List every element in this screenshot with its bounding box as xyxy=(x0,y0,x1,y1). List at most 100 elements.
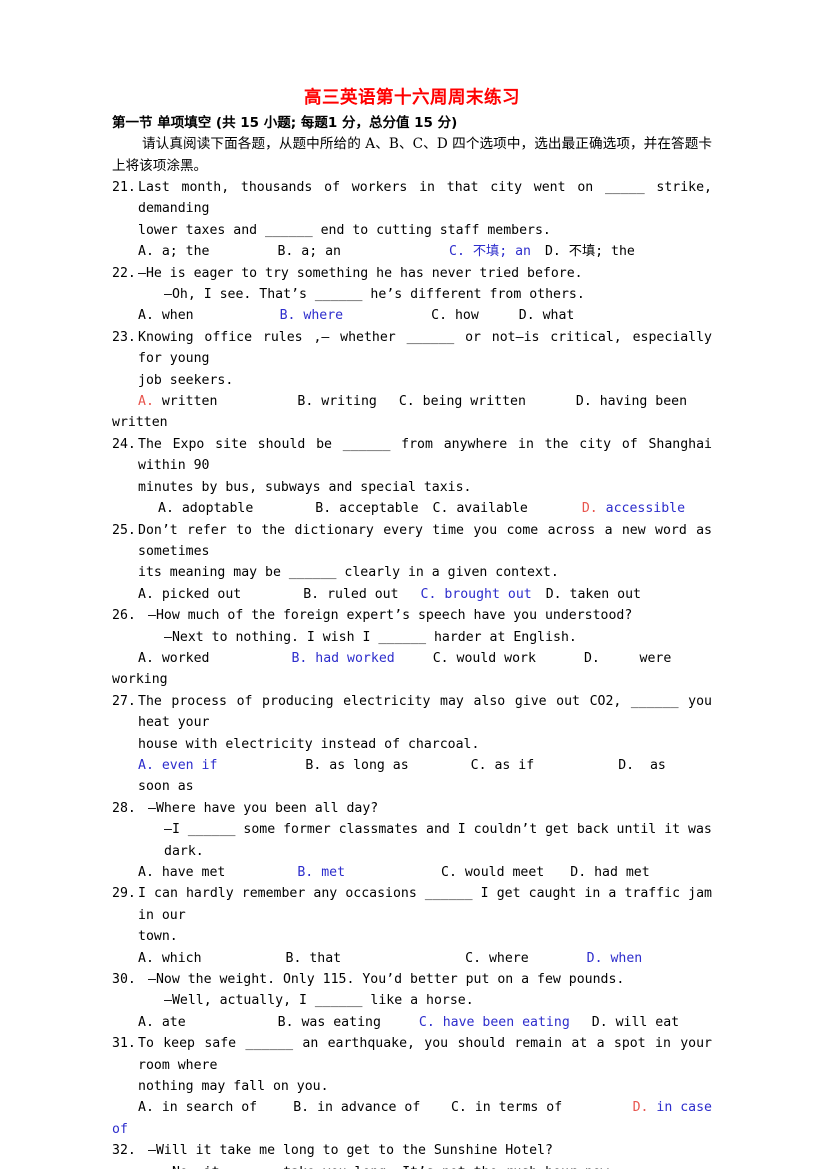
option-a[interactable]: A. adoptable xyxy=(158,498,253,519)
option-d[interactable]: D. when xyxy=(587,948,643,969)
option-b[interactable]: B. acceptable xyxy=(315,498,418,519)
question-29: 29. I can hardly remember any occasions … xyxy=(112,883,712,969)
question-22: 22. —He is eager to try something he has… xyxy=(112,263,712,327)
question-stem: 23. Knowing office rules ,— whether ____… xyxy=(112,327,712,370)
option-d[interactable]: D. having been xyxy=(576,391,687,412)
question-number: 21. xyxy=(112,180,136,195)
option-c[interactable]: C. as if xyxy=(471,755,535,776)
option-d[interactable]: D. taken out xyxy=(546,584,641,605)
page-title: 高三英语第十六周周末练习 xyxy=(304,88,520,108)
exam-paper-page: 高三英语第十六周周末练习 第一节 单项填空 (共 15 小题; 每题1 分，总分… xyxy=(0,0,826,1169)
instruction-paragraph: 请认真阅读下面各题，从题中所给的 A、B、C、D 四个选项中，选出最正确选项，并… xyxy=(112,136,712,174)
option-a[interactable]: A. when xyxy=(138,305,194,326)
options-row: A. in search of B. in advance of C. in t… xyxy=(112,1097,712,1118)
question-text-line-2: house with electricity instead of charco… xyxy=(138,736,480,752)
question-text-line-1: Knowing office rules ,— whether ______ o… xyxy=(138,329,712,367)
option-b[interactable]: B. as long as xyxy=(305,755,408,776)
option-b[interactable]: B. that xyxy=(286,948,342,969)
question-text-line-2: its meaning may be ______ clearly in a g… xyxy=(138,565,559,581)
question-text-line-1: To keep safe ______ an earthquake, you s… xyxy=(138,1036,712,1073)
option-a[interactable]: A. a; the xyxy=(138,241,209,262)
option-d[interactable]: D. 不填; the xyxy=(545,241,635,262)
option-c[interactable]: C. 不填; an xyxy=(449,241,531,262)
option-c[interactable]: C. have been eating xyxy=(419,1012,570,1033)
option-d[interactable]: D. accessible xyxy=(582,498,685,519)
question-number: 32. xyxy=(112,1143,136,1159)
option-b[interactable]: B. met xyxy=(297,862,345,883)
option-c[interactable]: C. would work xyxy=(433,648,536,669)
option-d[interactable]: D. as xyxy=(618,755,666,776)
option-d[interactable]: D. in case xyxy=(633,1097,712,1118)
question-stem: 22. —He is eager to try something he has… xyxy=(112,263,712,284)
option-c[interactable]: C. would meet xyxy=(441,862,544,883)
option-b[interactable]: B. where xyxy=(280,305,344,326)
option-c[interactable]: C. being written xyxy=(399,391,526,412)
question-text-line-1: I can hardly remember any occasions ____… xyxy=(138,886,712,923)
question-number: 29. xyxy=(112,886,136,902)
option-b[interactable]: B. was eating xyxy=(278,1012,381,1033)
option-a[interactable]: A. written xyxy=(138,391,217,412)
option-b[interactable]: B. a; an xyxy=(277,241,341,262)
question-text-line-1: —How much of the foreign expert’s speech… xyxy=(148,608,633,624)
question-28: 28. —Where have you been all day? —I ___… xyxy=(112,798,712,884)
option-c[interactable]: C. where xyxy=(465,948,529,969)
option-a[interactable]: A. which xyxy=(138,948,202,969)
option-c[interactable]: C. brought out xyxy=(421,584,532,605)
question-25: 25. Don’t refer to the dictionary every … xyxy=(112,520,712,606)
question-text-line-2: —Next to nothing. I wish I ______ harder… xyxy=(164,629,577,645)
option-a[interactable]: A. worked xyxy=(138,648,209,669)
question-21: 21. Last month, thousands of workers in … xyxy=(112,177,712,263)
options-row: A. written B. writing C. being written D… xyxy=(112,391,712,412)
option-c[interactable]: C. in terms of xyxy=(451,1097,562,1118)
option-c[interactable]: C. how xyxy=(431,305,479,326)
question-stem: 29. I can hardly remember any occasions … xyxy=(112,883,712,926)
option-overflow: soon as xyxy=(138,779,194,795)
question-stem: 32. —Will it take me long to get to the … xyxy=(112,1140,712,1161)
option-b[interactable]: B. in advance of xyxy=(293,1097,420,1118)
option-a[interactable]: A. ate xyxy=(138,1012,186,1033)
question-text-line-1: The Expo site should be ______ from anyw… xyxy=(138,436,712,474)
option-d[interactable]: D. what xyxy=(519,305,575,326)
option-a[interactable]: A. picked out xyxy=(138,584,241,605)
question-number: 28. xyxy=(112,800,136,816)
question-number: 24. xyxy=(112,436,136,452)
option-b[interactable]: B. had worked xyxy=(291,648,394,669)
question-text-line-1: —Will it take me long to get to the Suns… xyxy=(148,1143,553,1159)
question-text-line-2: —Well, actually, I ______ like a horse. xyxy=(164,993,474,1009)
question-stem: 30. —Now the weight. Only 115. You’d bet… xyxy=(112,969,712,990)
option-a[interactable]: A. in search of xyxy=(138,1097,257,1118)
option-c[interactable]: C. available xyxy=(433,498,528,519)
question-stem: 31. To keep safe ______ an earthquake, y… xyxy=(112,1033,712,1076)
question-30: 30. —Now the weight. Only 115. You’d bet… xyxy=(112,969,712,1033)
options-row: A. worked B. had worked C. would work D.… xyxy=(112,648,712,669)
question-text-line-2: —Oh, I see. That’s ______ he’s different… xyxy=(164,287,585,303)
option-a[interactable]: A. have met xyxy=(138,862,225,883)
question-text-line-1: —Now the weight. Only 115. You’d better … xyxy=(148,972,625,988)
question-number: 31. xyxy=(112,1036,136,1052)
option-overflow: working xyxy=(112,672,168,688)
options-row: A. which B. that C. where D. when xyxy=(112,948,712,969)
option-a[interactable]: A. even if xyxy=(138,755,217,776)
option-d[interactable]: D. will eat xyxy=(592,1012,679,1033)
question-text-line-1: Last month, thousands of workers in that… xyxy=(138,180,712,217)
question-number: 23. xyxy=(112,329,136,345)
option-b[interactable]: B. writing xyxy=(297,391,376,412)
question-text-line-2: —No, it ______ take you long. It’s not t… xyxy=(112,1162,712,1169)
question-stem: 26. —How much of the foreign expert’s sp… xyxy=(112,605,712,626)
question-number: 27. xyxy=(112,693,136,709)
question-number: 25. xyxy=(112,522,136,538)
document-content: 高三英语第十六周周末练习 第一节 单项填空 (共 15 小题; 每题1 分，总分… xyxy=(112,86,712,1169)
question-text-line-2: lower taxes and ______ end to cutting st… xyxy=(138,222,551,238)
options-row: A. ate B. was eating C. have been eating… xyxy=(112,1012,712,1033)
question-number: 22. xyxy=(112,265,136,281)
question-24: 24. The Expo site should be ______ from … xyxy=(112,434,712,520)
question-text-line-1: —Where have you been all day? xyxy=(148,800,379,816)
question-stem: 24. The Expo site should be ______ from … xyxy=(112,434,712,477)
question-stem: 25. Don’t refer to the dictionary every … xyxy=(112,520,712,563)
option-b[interactable]: B. ruled out xyxy=(303,584,398,605)
option-d[interactable]: D. were xyxy=(584,648,671,669)
option-d[interactable]: D. had met xyxy=(570,862,649,883)
question-text-line-1: The process of producing electricity may… xyxy=(138,693,712,731)
question-26: 26. —How much of the foreign expert’s sp… xyxy=(112,605,712,691)
options-row: A. even if B. as long as C. as if D. as xyxy=(112,755,712,776)
